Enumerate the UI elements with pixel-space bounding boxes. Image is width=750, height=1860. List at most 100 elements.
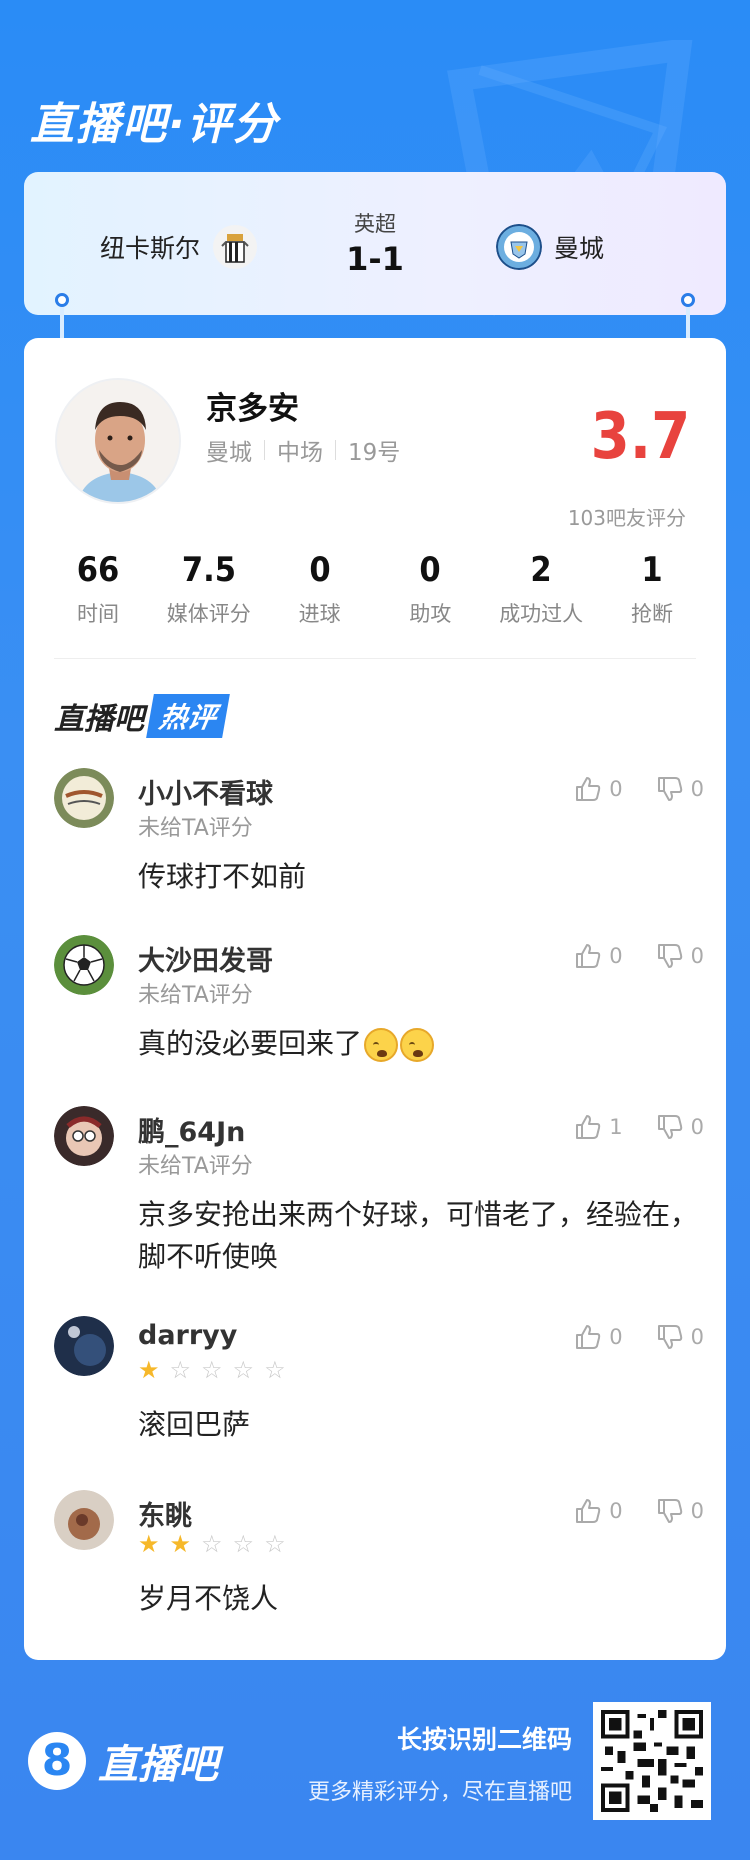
dislike-button[interactable]: 0 bbox=[655, 1112, 704, 1142]
comment-text: 京多安抢出来两个好球，可惜老了，经验在，脚不听使唤 bbox=[138, 1198, 699, 1273]
star-filled-icon: ★ bbox=[138, 1356, 160, 1384]
comment-item: 鹏_64Jn 未给TA评分 京多安抢出来两个好球，可惜老了，经验在，脚不听使唤 … bbox=[54, 1106, 704, 1286]
like-button[interactable]: 0 bbox=[573, 774, 623, 804]
stat-label: 成功过人 bbox=[499, 602, 584, 626]
comment-rating-status: 未给TA评分 bbox=[138, 983, 253, 1008]
match-card: 纽卡斯尔 英超 1-1 曼城 bbox=[24, 172, 726, 315]
qr-cta-title: 长按识别二维码 bbox=[396, 1725, 572, 1754]
hot-comments-title: 直播吧 热评 bbox=[54, 694, 230, 738]
dislike-button[interactable]: 0 bbox=[655, 1322, 704, 1352]
stat-value: 1 bbox=[641, 550, 663, 590]
meta-divider bbox=[264, 440, 265, 460]
comment-rating-status: 未给TA评分 bbox=[138, 1154, 253, 1179]
comment-username[interactable]: 大沙田发哥 bbox=[138, 939, 273, 978]
space-photo-avatar-icon bbox=[54, 1316, 114, 1376]
player-position: 中场 bbox=[277, 440, 323, 466]
comment-actions: 0 0 bbox=[573, 1496, 704, 1526]
comment-username[interactable]: 鹏_64Jn bbox=[138, 1110, 245, 1149]
like-count: 1 bbox=[609, 1115, 623, 1139]
footer-brand-logo: 8 直播吧 bbox=[28, 1732, 218, 1790]
stat-goals: 0 进球 bbox=[266, 550, 374, 628]
comment-text: 岁月不饶人 bbox=[138, 1582, 279, 1615]
comment-avatar[interactable] bbox=[54, 935, 114, 995]
hot-title-brand: 直播吧 bbox=[54, 702, 144, 737]
food-photo-avatar-icon bbox=[54, 1490, 114, 1550]
like-button[interactable]: 0 bbox=[573, 1322, 623, 1352]
match-score: 1-1 bbox=[346, 240, 404, 278]
star-empty-icon: ☆ bbox=[201, 1356, 223, 1384]
comment-text: 真的没必要回来了 bbox=[138, 1027, 363, 1060]
comment-avatar[interactable] bbox=[54, 1490, 114, 1550]
player-photo-icon bbox=[57, 380, 179, 502]
comment-username[interactable]: 东眺 bbox=[138, 1494, 192, 1533]
thumbs-down-icon bbox=[657, 777, 682, 801]
stat-label: 助攻 bbox=[409, 602, 452, 626]
comment-username[interactable]: darryy bbox=[138, 1320, 237, 1351]
comment-text: 滚回巴萨 bbox=[138, 1408, 251, 1441]
like-button[interactable]: 1 bbox=[573, 1112, 623, 1142]
dislike-button[interactable]: 0 bbox=[655, 774, 704, 804]
dislike-count: 0 bbox=[690, 1115, 704, 1139]
player-club: 曼城 bbox=[206, 440, 252, 466]
dislike-button[interactable]: 0 bbox=[655, 1496, 704, 1526]
stat-minutes: 66 时间 bbox=[44, 550, 152, 628]
user-star-rating: ★ ★ ☆ ☆ ☆ bbox=[138, 1532, 286, 1556]
like-count: 0 bbox=[609, 1499, 623, 1523]
thumbs-down-icon bbox=[657, 944, 682, 968]
comment-text-row: 真的没必要回来了 bbox=[138, 1023, 698, 1065]
like-button[interactable]: 0 bbox=[573, 941, 623, 971]
comment-avatar[interactable] bbox=[54, 1106, 114, 1166]
thumbs-down-icon bbox=[657, 1115, 682, 1139]
stat-media-rating: 7.5 媒体评分 bbox=[155, 550, 263, 628]
stat-label: 时间 bbox=[77, 602, 119, 626]
stat-value: 0 bbox=[419, 550, 442, 590]
qr-call-to-action: 长按识别二维码 更多精彩评分，尽在直播吧 bbox=[308, 1720, 572, 1806]
comment-item: 小小不看球 未给TA评分 传球打不如前 0 0 bbox=[54, 768, 704, 908]
stat-value: 7.5 bbox=[181, 550, 236, 590]
stat-tackles: 1 抢断 bbox=[598, 550, 706, 628]
footer-brand-name: 直播吧 bbox=[98, 1742, 218, 1788]
comment-rating-status: 未给TA评分 bbox=[138, 816, 253, 841]
like-count: 0 bbox=[609, 1325, 623, 1349]
stat-value: 0 bbox=[308, 550, 331, 590]
comment-actions: 0 0 bbox=[573, 774, 704, 804]
star-empty-icon: ☆ bbox=[232, 1356, 255, 1384]
user-star-rating: ★ ☆ ☆ ☆ ☆ bbox=[138, 1358, 286, 1382]
thumbs-up-icon bbox=[576, 944, 601, 968]
hot-title-tag: 热评 bbox=[146, 694, 230, 738]
stat-dribbles: 2 成功过人 bbox=[487, 550, 595, 628]
stat-assists: 0 助攻 bbox=[376, 550, 484, 628]
like-button[interactable]: 0 bbox=[573, 1496, 623, 1526]
dislike-count: 0 bbox=[690, 1499, 704, 1523]
stat-label: 媒体评分 bbox=[166, 602, 251, 626]
qr-cta-subtitle: 更多精彩评分，尽在直播吧 bbox=[307, 1780, 572, 1805]
meta-divider bbox=[335, 440, 336, 460]
star-empty-icon: ☆ bbox=[169, 1356, 192, 1384]
comment-item: 大沙田发哥 未给TA评分 真的没必要回来了 0 0 bbox=[54, 935, 704, 1075]
dislike-button[interactable]: 0 bbox=[655, 941, 704, 971]
comment-username[interactable]: 小小不看球 bbox=[138, 772, 273, 811]
dislike-count: 0 bbox=[690, 1325, 704, 1349]
star-filled-icon: ★ bbox=[169, 1530, 192, 1558]
like-count: 0 bbox=[609, 777, 623, 801]
baby-photo-avatar-icon bbox=[54, 1106, 114, 1166]
player-avatar bbox=[55, 378, 181, 504]
comment-actions: 0 0 bbox=[573, 1322, 704, 1352]
star-empty-icon: ☆ bbox=[201, 1530, 223, 1558]
zhibo8-logo-icon: 8 bbox=[28, 1732, 86, 1790]
away-team: 曼城 bbox=[496, 224, 604, 270]
comment-avatar[interactable] bbox=[54, 768, 114, 828]
thumbs-down-icon bbox=[657, 1499, 682, 1523]
comment-text: 传球打不如前 bbox=[138, 860, 307, 893]
league-name: 英超 bbox=[354, 212, 396, 236]
football-avatar-icon bbox=[54, 768, 114, 828]
qr-code-icon bbox=[601, 1710, 703, 1812]
player-stats: 66 时间 7.5 媒体评分 0 进球 0 助攻 2 成功过人 1 抢断 bbox=[44, 550, 706, 628]
thumbs-up-icon bbox=[576, 1115, 601, 1139]
star-empty-icon: ☆ bbox=[264, 1356, 286, 1384]
comment-avatar[interactable] bbox=[54, 1316, 114, 1376]
comment-actions: 1 0 bbox=[573, 1112, 704, 1142]
crying-emoji-icon bbox=[364, 1028, 399, 1062]
qr-code[interactable] bbox=[593, 1702, 711, 1820]
player-meta: 曼城 中场 19号 bbox=[206, 433, 400, 467]
